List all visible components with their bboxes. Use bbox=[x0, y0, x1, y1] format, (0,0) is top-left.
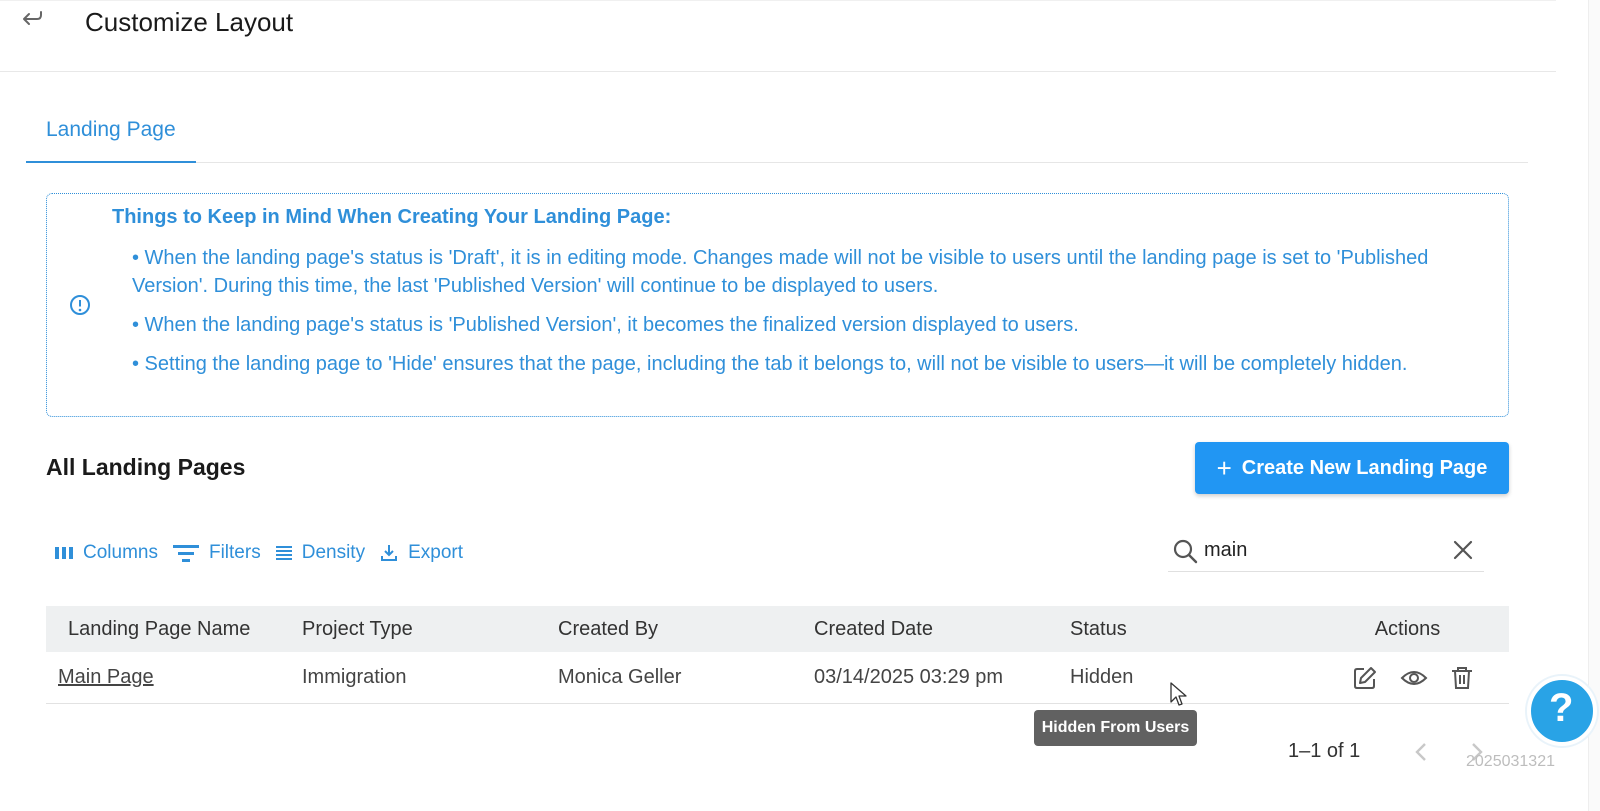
landing-pages-table: Landing Page Name Project Type Created B… bbox=[46, 606, 1509, 704]
cursor-icon bbox=[1170, 682, 1188, 713]
trash-icon[interactable] bbox=[1450, 665, 1474, 691]
columns-icon bbox=[54, 545, 74, 561]
grid-toolbar: Columns Filters Density Export bbox=[54, 538, 463, 568]
header-created-by[interactable]: Created By bbox=[558, 618, 814, 641]
section-title: All Landing Pages bbox=[46, 454, 246, 480]
landing-page-name-link[interactable]: Main Page bbox=[58, 666, 154, 688]
notice-list: • When the landing page's status is 'Dra… bbox=[132, 244, 1462, 389]
help-button[interactable]: ? bbox=[1527, 676, 1597, 746]
filters-button[interactable]: Filters bbox=[172, 542, 261, 564]
columns-button[interactable]: Columns bbox=[54, 542, 158, 564]
header-project-type[interactable]: Project Type bbox=[302, 618, 558, 641]
notice-item-hide: • Setting the landing page to 'Hide' ens… bbox=[132, 353, 1408, 375]
search-box bbox=[1168, 530, 1484, 572]
create-button-label: Create New Landing Page bbox=[1241, 456, 1488, 479]
cell-created-by: Monica Geller bbox=[558, 666, 682, 688]
export-label: Export bbox=[408, 542, 463, 563]
cell-project-type: Immigration bbox=[302, 666, 407, 688]
density-button[interactable]: Density bbox=[275, 542, 365, 564]
cell-status: Hidden bbox=[1070, 666, 1134, 688]
back-icon[interactable] bbox=[20, 7, 46, 33]
edit-icon[interactable] bbox=[1352, 665, 1378, 691]
top-header: Customize Layout bbox=[0, 0, 1556, 72]
density-label: Density bbox=[301, 542, 366, 563]
filters-label: Filters bbox=[208, 542, 261, 563]
watermark-text: 2025031321 bbox=[1466, 753, 1555, 770]
notice-item-draft: • When the landing page's status is 'Dra… bbox=[132, 247, 1429, 297]
notice-title: Things to Keep in Mind When Creating You… bbox=[112, 206, 672, 228]
export-icon bbox=[379, 543, 399, 563]
page-title: Customize Layout bbox=[85, 7, 294, 37]
tab-landing-page[interactable]: Landing Page bbox=[26, 100, 196, 163]
table-header: Landing Page Name Project Type Created B… bbox=[46, 606, 1509, 652]
export-button[interactable]: Export bbox=[379, 542, 463, 564]
header-status[interactable]: Status bbox=[1070, 618, 1326, 641]
status-tooltip: Hidden From Users bbox=[1034, 710, 1197, 746]
tab-bar: Landing Page bbox=[26, 100, 1528, 163]
columns-label: Columns bbox=[83, 542, 158, 563]
help-icon: ? bbox=[1549, 686, 1574, 730]
density-icon bbox=[275, 545, 293, 561]
info-notice: Things to Keep in Mind When Creating You… bbox=[46, 193, 1509, 417]
notice-item-published: • When the landing page's status is 'Pub… bbox=[132, 314, 1079, 336]
row-actions bbox=[1326, 665, 1509, 691]
search-icon bbox=[1172, 538, 1198, 569]
header-created-date[interactable]: Created Date bbox=[814, 618, 1070, 641]
header-actions: Actions bbox=[1374, 617, 1441, 640]
eye-icon[interactable] bbox=[1400, 665, 1428, 691]
info-icon bbox=[69, 294, 91, 316]
close-icon[interactable] bbox=[1452, 539, 1474, 566]
search-input[interactable] bbox=[1204, 536, 1434, 564]
filter-icon bbox=[172, 542, 200, 564]
plus-icon: + bbox=[1216, 453, 1232, 483]
chevron-left-icon[interactable] bbox=[1411, 740, 1431, 769]
cell-created-date: 03/14/2025 03:29 pm bbox=[814, 666, 1004, 688]
table-row: Main Page Immigration Monica Geller 03/1… bbox=[46, 652, 1509, 704]
create-landing-page-button[interactable]: + Create New Landing Page bbox=[1195, 442, 1509, 494]
pagination-range: 1–1 of 1 bbox=[1288, 740, 1361, 762]
header-landing-page-name[interactable]: Landing Page Name bbox=[46, 618, 302, 641]
